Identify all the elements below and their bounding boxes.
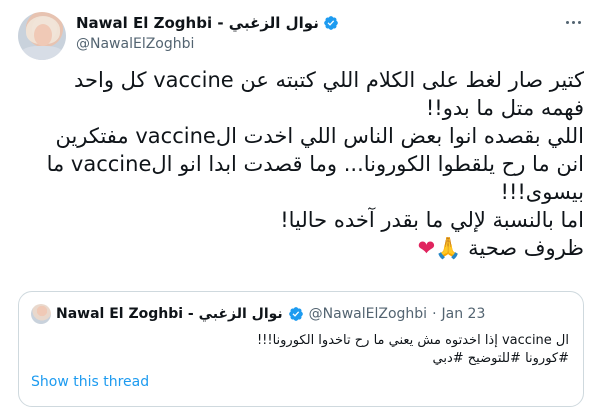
tweet-line: اللي بقصده انوا بعض الناس اللي اخدت الva…	[55, 124, 584, 148]
tweet-line: كتير صار لغط على الكلام اللي كتبته عن va…	[73, 68, 584, 92]
tweet-line: بيسوى!!!	[500, 180, 584, 204]
show-thread-link[interactable]: Show this thread	[31, 374, 149, 390]
author-avatar[interactable]	[18, 12, 66, 60]
author-name-row[interactable]: Nawal El Zoghbi - نوال الزغبي	[76, 14, 339, 32]
tweet-last-text: ظروف صحية	[468, 236, 584, 260]
quoted-author-display-name: Nawal El Zoghbi - نوال الزغبي	[56, 306, 283, 322]
quoted-author-handle: @NawalElZoghbi	[308, 306, 428, 322]
pray-emoji-icon: 🙏	[435, 236, 462, 260]
quoted-tweet-header: Nawal El Zoghbi - نوال الزغبي @NawalElZo…	[31, 304, 485, 324]
quoted-tweet-text: ال vaccine إذا اخدتوه مش يعني ما رح تاخد…	[29, 332, 569, 368]
quoted-date: Jan 23	[441, 306, 486, 322]
tweet-line: فهمه متل ما بدو!!	[425, 96, 584, 120]
more-options-button[interactable]	[562, 14, 584, 30]
tweet-text: كتير صار لغط على الكلام اللي كتبته عن va…	[18, 66, 584, 262]
heart-emoji-icon: ❤	[417, 236, 436, 260]
tweet-header: Nawal El Zoghbi - نوال الزغبي @NawalElZo…	[18, 10, 586, 60]
quoted-tweet-card[interactable]: Nawal El Zoghbi - نوال الزغبي @NawalElZo…	[18, 291, 584, 407]
tweet-line: انن ما رح يلقطوا الكورونا... وما قصدت اب…	[46, 152, 584, 176]
quoted-author-avatar	[31, 304, 51, 324]
more-dots-icon	[565, 20, 581, 24]
quoted-tweet-hashtags[interactable]: #كورونا #للتوضيح #دبي	[29, 350, 569, 368]
tweet-line: اما بالنسبة لإلي ما بقدر آخده حاليا!	[280, 208, 584, 232]
quoted-separator: ·	[432, 306, 437, 322]
verified-badge-icon	[288, 306, 304, 322]
author-handle[interactable]: @NawalElZoghbi	[76, 36, 194, 52]
verified-badge-icon	[323, 15, 339, 31]
tweet-line-last: ظروف صحية 🙏❤	[18, 234, 584, 262]
author-display-name[interactable]: Nawal El Zoghbi - نوال الزغبي	[76, 14, 319, 32]
quoted-tweet-line: ال vaccine إذا اخدتوه مش يعني ما رح تاخد…	[256, 333, 569, 348]
